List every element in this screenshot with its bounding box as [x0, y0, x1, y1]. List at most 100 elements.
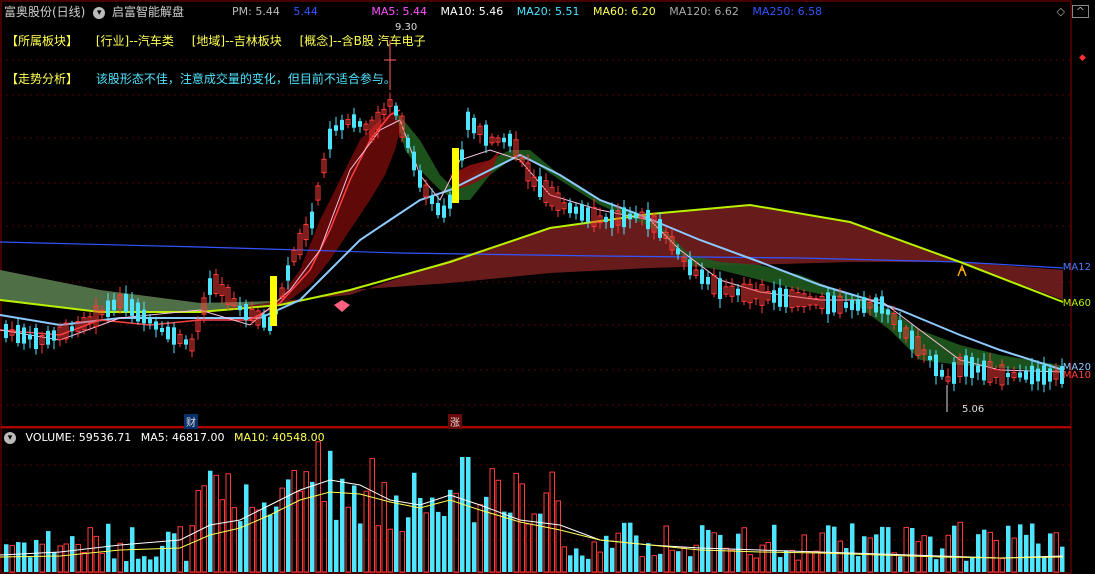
chevron-down-icon[interactable]: ▾ — [93, 6, 106, 19]
volume-bar — [1011, 537, 1017, 573]
volume-bar — [406, 517, 411, 572]
volume-bar — [387, 528, 393, 573]
ma-legend: PM: 5.44 5.44 MA5: 5.44 MA10: 5.46 MA20:… — [232, 5, 832, 18]
candle — [676, 248, 680, 255]
volume-bar — [495, 479, 501, 573]
volume-bar — [874, 534, 879, 572]
volume-bar — [513, 472, 519, 573]
volume-bar — [807, 551, 813, 573]
candle — [484, 124, 488, 146]
candle — [622, 207, 626, 228]
ma-ribbon-red-rally — [275, 110, 400, 303]
volume-bar — [172, 533, 177, 572]
candle — [172, 327, 176, 345]
ma120-legend: MA120: 6.62 — [669, 5, 739, 18]
candle — [124, 293, 128, 313]
candle — [460, 149, 464, 161]
candle — [856, 299, 860, 311]
scroll-up-icon[interactable]: ^ — [1071, 5, 1089, 18]
volume-bar — [87, 527, 93, 573]
candle — [610, 209, 614, 228]
volume-bar — [502, 511, 507, 572]
volume-bar — [837, 540, 843, 573]
volume-bar — [52, 552, 57, 572]
sector-concept[interactable]: [概念]--含B股 汽车电子 — [300, 34, 426, 48]
volume-bar — [262, 502, 267, 572]
volume-bar — [508, 512, 513, 572]
badge-cai[interactable]: 财 — [184, 414, 198, 429]
volume-ma5: MA5: 46817.00 — [140, 431, 225, 444]
badge-zhang[interactable]: 涨 — [448, 414, 462, 429]
candle — [964, 355, 968, 377]
candle — [436, 202, 440, 216]
volume-bar — [1018, 524, 1023, 572]
volume-bar — [832, 526, 837, 572]
candle — [106, 300, 110, 317]
volume-bar — [291, 469, 297, 573]
volume-bar — [765, 541, 771, 573]
candle — [442, 205, 446, 218]
candle — [982, 360, 986, 381]
volume-bar — [112, 558, 117, 572]
scroll-down-icon[interactable]: ◆ — [1079, 53, 1086, 63]
volume-bar — [22, 542, 27, 572]
volume-bar — [70, 536, 75, 572]
volume-bar — [789, 549, 795, 573]
volume-bar — [999, 558, 1005, 573]
candle — [850, 300, 854, 310]
sector-industry[interactable]: [行业]--汽车类 — [96, 34, 174, 48]
volume-bar — [303, 471, 309, 573]
candle — [238, 305, 242, 311]
volume-bar — [1060, 546, 1065, 572]
candle — [736, 288, 740, 296]
volume-bar — [93, 535, 99, 573]
candle — [880, 296, 884, 314]
candle — [646, 209, 650, 230]
sector-region[interactable]: [地域]--吉林板块 — [192, 34, 282, 48]
volume-bar — [4, 544, 9, 572]
axis-tag-ma10: MA10 — [1062, 370, 1091, 381]
volume-bar — [1048, 533, 1053, 572]
candle — [70, 326, 74, 332]
ma20-legend: MA20: 5.51 — [516, 5, 580, 18]
diamond-icon[interactable]: ◇ — [1057, 5, 1065, 18]
candle — [154, 321, 158, 330]
ma10-legend: MA10: 5.46 — [440, 5, 504, 18]
candle — [910, 330, 914, 350]
volume-bar — [166, 531, 171, 572]
candle — [580, 204, 584, 221]
volume-bar — [976, 534, 981, 572]
candle — [334, 125, 338, 131]
candle — [112, 299, 116, 311]
volume-bar — [363, 490, 369, 573]
chevron-down-icon[interactable]: ▾ — [4, 432, 16, 444]
volume-bar — [688, 556, 693, 572]
volume-bar — [813, 550, 819, 573]
pm-label: PM: 5.44 — [232, 5, 280, 18]
candle — [22, 327, 26, 344]
volume-bar — [970, 557, 975, 572]
volume-bar — [286, 479, 291, 572]
indicator-name[interactable]: 启富智能解盘 — [112, 5, 184, 19]
candle — [262, 314, 266, 328]
volume-bar — [610, 547, 615, 572]
volume-bar — [663, 525, 669, 573]
analysis-row: 【走势分析】 该股形态不佳，注意成交量的变化，但目前不适合参与。 — [6, 70, 396, 87]
volume-bar — [399, 531, 405, 573]
volume-bar — [124, 561, 129, 572]
volume-bar — [315, 441, 321, 573]
candle — [160, 327, 164, 333]
volume-bar — [628, 522, 633, 572]
candle — [886, 309, 890, 315]
candle — [358, 121, 362, 127]
candle — [1036, 368, 1040, 382]
volume-bar — [375, 525, 381, 573]
volume-bar — [880, 526, 885, 572]
volume-bar — [321, 500, 327, 573]
volume-bar — [615, 532, 621, 573]
volume-bar — [945, 534, 951, 573]
volume-bar — [1053, 532, 1059, 573]
volume-bar — [561, 546, 567, 573]
volume-bar — [634, 535, 639, 572]
volume-bar — [184, 560, 189, 572]
